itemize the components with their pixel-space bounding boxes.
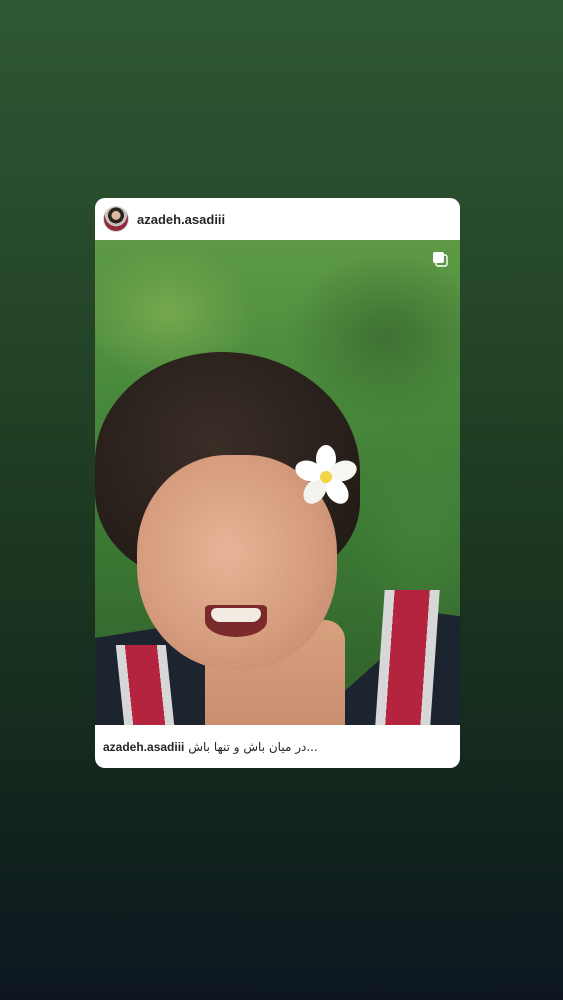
photo-backpack-strap-left	[115, 645, 175, 725]
post-photo[interactable]	[95, 240, 460, 725]
post-header: azadeh.asadiii	[95, 198, 460, 240]
caption-username[interactable]: azadeh.asadiii	[103, 740, 184, 754]
photo-backpack-strap-right	[375, 590, 440, 725]
avatar[interactable]	[103, 206, 129, 232]
caption-text: در میان باش و تنها باش...	[188, 739, 318, 754]
flower-icon	[295, 445, 357, 504]
post-username[interactable]: azadeh.asadiii	[137, 212, 225, 227]
photo-teeth	[211, 608, 261, 622]
post-card[interactable]: azadeh.asadiii azadeh.asadiii در میان با…	[95, 198, 460, 768]
post-caption: azadeh.asadiii در میان باش و تنها باش...	[95, 725, 460, 768]
carousel-icon	[433, 252, 448, 267]
